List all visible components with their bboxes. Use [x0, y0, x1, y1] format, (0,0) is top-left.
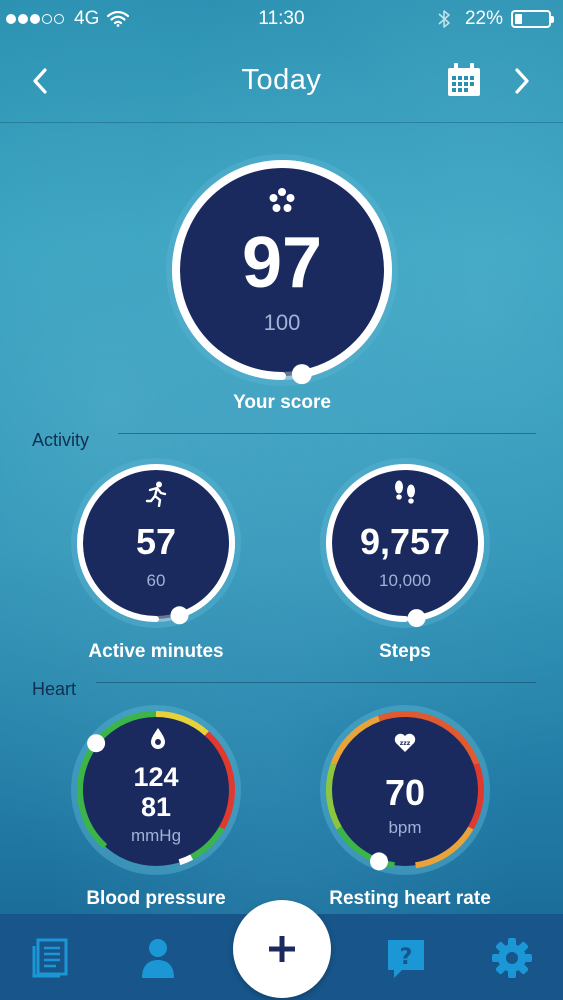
heart-rate-unit: bpm [388, 818, 422, 837]
status-bar: 4G 11:30 22% [0, 0, 563, 36]
active-minutes-label: Active minutes [88, 641, 224, 662]
score-progress-knob [291, 364, 312, 385]
score-target: 100 [263, 310, 301, 335]
bluetooth-icon [438, 10, 450, 28]
steps-label: Steps [379, 641, 431, 662]
journal-icon[interactable] [30, 936, 74, 980]
battery-percent: 22% [464, 8, 503, 29]
steps-progress-knob [407, 609, 426, 628]
score-value: 97 [241, 223, 323, 303]
section-activity: Activity [32, 430, 90, 450]
chevron-right-icon[interactable] [510, 64, 534, 98]
blood-pressure-unit: mmHg [130, 826, 182, 845]
help-icon[interactable]: ? [384, 936, 428, 980]
nav-bar: Today [0, 36, 563, 123]
steps-ring[interactable]: 9,757 10,000 [319, 457, 491, 629]
active-minutes-value: 57 [135, 521, 177, 562]
footprints-icon [395, 480, 415, 504]
svg-text:?: ? [400, 945, 413, 970]
svg-text:zzz: zzz [400, 740, 411, 747]
active-minutes-target: 60 [146, 571, 166, 590]
section-divider [96, 682, 536, 683]
blood-drop-icon [151, 728, 165, 749]
active-minutes-ring[interactable]: 57 60 [70, 457, 242, 629]
battery-icon [511, 10, 554, 28]
steps-value: 9,757 [359, 521, 451, 562]
blood-pressure-label: Blood pressure [86, 888, 226, 909]
score-label: Your score [233, 392, 331, 413]
add-button[interactable] [233, 900, 331, 998]
section-heart: Heart [32, 679, 77, 699]
heart-rate-value: 70 [384, 772, 426, 813]
add-icon [269, 936, 295, 962]
battery-level [515, 14, 523, 24]
score-ring[interactable]: 97 100 [164, 152, 400, 388]
diastolic-value: 81 [140, 792, 172, 822]
calendar-icon[interactable] [446, 62, 482, 98]
settings-gear-icon[interactable] [490, 936, 534, 980]
heart-rate-indicator [370, 852, 389, 871]
running-person-icon [145, 481, 167, 507]
resting-heart-rate-gauge[interactable]: zzz 70 bpm [319, 704, 491, 876]
resting-heart-rate-label: Resting heart rate [329, 888, 491, 909]
steps-target: 10,000 [379, 571, 431, 590]
blood-pressure-indicator [87, 734, 106, 753]
blood-pressure-gauge[interactable]: 124 81 mmHg [70, 704, 242, 876]
flower-icon [269, 188, 295, 212]
section-divider [118, 433, 536, 434]
systolic-value: 124 [133, 762, 179, 792]
profile-icon[interactable] [136, 936, 180, 980]
active-minutes-progress-knob [170, 606, 189, 625]
sleeping-heart-icon: zzz [394, 733, 416, 752]
